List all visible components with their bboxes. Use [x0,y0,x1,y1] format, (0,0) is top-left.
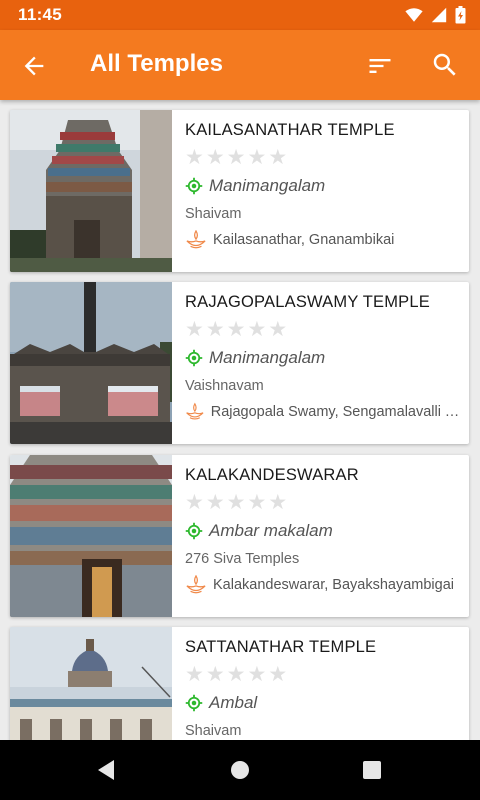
temple-image [10,282,172,444]
star-icon: ★ [268,318,288,341]
oil-lamp-icon [186,230,206,249]
temple-location: Ambal [209,693,258,712]
wifi-icon [405,8,423,22]
temple-image [10,110,172,272]
temple-card[interactable]: SATTANATHAR TEMPLE ★ ★ ★ ★ ★ Ambal Shaiv… [10,627,469,740]
rating-stars: ★ ★ ★ ★ ★ [185,319,287,341]
temple-image [10,627,172,740]
location-row: Manimangalam [185,348,325,368]
temple-card[interactable]: KAILASANATHAR TEMPLE ★ ★ ★ ★ ★ Manimanga… [10,110,469,272]
temple-deities: Kailasanathar, Gnanambikai [213,232,395,248]
star-icon: ★ [205,663,225,686]
star-icon: ★ [185,491,204,514]
deity-row: Rajagopala Swamy, Sengamalavalli Thayar [185,402,461,422]
star-icon: ★ [185,318,204,341]
temple-sect: Shaivam [185,206,242,222]
status-time: 11:45 [18,5,63,24]
star-icon: ★ [205,318,225,341]
arrow-left-icon[interactable] [20,52,48,80]
oil-lamp-icon [186,402,204,420]
app-bar: All Temples [0,30,480,100]
rating-stars: ★ ★ ★ ★ ★ [185,147,287,169]
temple-location: Ambar makalam [209,521,333,540]
star-icon: ★ [205,146,225,169]
temple-sect: Shaivam [185,723,242,739]
star-icon: ★ [268,663,288,686]
temple-sect: Vaishnavam [185,378,264,394]
star-icon: ★ [185,663,204,686]
status-bar: 11:45 [0,0,480,30]
star-icon: ★ [247,663,267,686]
temple-deities: Rajagopala Swamy, Sengamalavalli Thayar [210,404,461,420]
temple-location: Manimangalam [209,348,326,367]
oil-lamp-icon [186,575,206,594]
temple-list[interactable]: KAILASANATHAR TEMPLE ★ ★ ★ ★ ★ Manimanga… [0,100,480,740]
deity-row: Kailasanathar, Gnanambikai [185,230,461,250]
star-icon: ★ [185,146,204,169]
status-icons [405,6,466,24]
star-icon: ★ [268,146,288,169]
temple-name: RAJAGOPALASWAMY TEMPLE [185,293,430,311]
star-icon: ★ [226,491,246,514]
temple-name: KALAKANDESWARAR [185,466,359,484]
star-icon: ★ [226,318,246,341]
nav-back-icon[interactable] [96,759,116,781]
gps-target-icon [185,177,203,195]
star-icon: ★ [247,491,267,514]
star-icon: ★ [226,146,246,169]
rating-stars: ★ ★ ★ ★ ★ [185,492,287,514]
star-icon: ★ [268,491,288,514]
signal-icon [431,7,447,23]
rating-stars: ★ ★ ★ ★ ★ [185,664,287,686]
temple-card[interactable]: KALAKANDESWARAR ★ ★ ★ ★ ★ Ambar makalam … [10,455,469,617]
temple-name: SATTANATHAR TEMPLE [185,638,377,656]
location-row: Ambar makalam [185,521,333,541]
temple-location: Manimangalam [209,176,326,195]
star-icon: ★ [205,491,225,514]
temple-sect: 276 Siva Temples [185,551,300,567]
location-row: Manimangalam [185,176,325,196]
battery-icon [455,6,466,24]
nav-home-icon[interactable] [230,760,250,780]
nav-recents-icon[interactable] [362,760,382,780]
page-title: All Temples [90,50,223,77]
star-icon: ★ [247,146,267,169]
search-icon[interactable] [430,50,460,80]
temple-image [10,455,172,617]
gps-target-icon [185,694,203,712]
sort-icon[interactable] [366,52,394,80]
star-icon: ★ [247,318,267,341]
gps-target-icon [185,349,203,367]
gps-target-icon [185,522,203,540]
star-icon: ★ [226,663,246,686]
system-nav-bar [0,740,480,800]
temple-name: KAILASANATHAR TEMPLE [185,121,395,139]
temple-card[interactable]: RAJAGOPALASWAMY TEMPLE ★ ★ ★ ★ ★ Maniman… [10,282,469,444]
temple-deities: Kalakandeswarar, Bayakshayambigai [213,577,454,593]
location-row: Ambal [185,693,257,713]
deity-row: Kalakandeswarar, Bayakshayambigai [185,575,461,595]
